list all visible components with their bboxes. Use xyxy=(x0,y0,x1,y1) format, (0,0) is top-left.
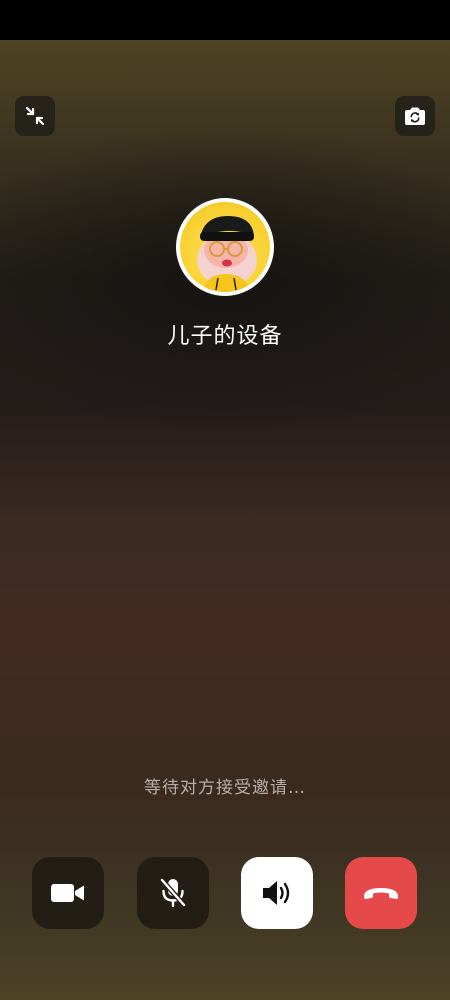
hang-up-icon xyxy=(362,884,400,902)
speaker-button[interactable] xyxy=(241,857,313,929)
call-background xyxy=(0,40,450,1000)
mute-microphone-button[interactable] xyxy=(137,857,209,929)
contact-name: 儿子的设备 xyxy=(167,324,283,349)
flip-camera-button[interactable] xyxy=(395,96,435,136)
flip-camera-icon xyxy=(403,105,427,127)
contact-avatar xyxy=(176,198,274,296)
minimize-icon xyxy=(24,105,46,127)
call-status-text: 等待对方接受邀请… xyxy=(144,778,306,798)
hang-up-button[interactable] xyxy=(345,857,417,929)
minimize-button[interactable] xyxy=(15,96,55,136)
microphone-muted-icon xyxy=(159,877,187,909)
voice-call-screen: 儿子的设备 等待对方接受邀请… xyxy=(0,0,450,1000)
video-camera-icon xyxy=(50,881,86,905)
speaker-icon xyxy=(260,878,294,908)
video-toggle-button[interactable] xyxy=(32,857,104,929)
status-bar xyxy=(0,0,450,40)
